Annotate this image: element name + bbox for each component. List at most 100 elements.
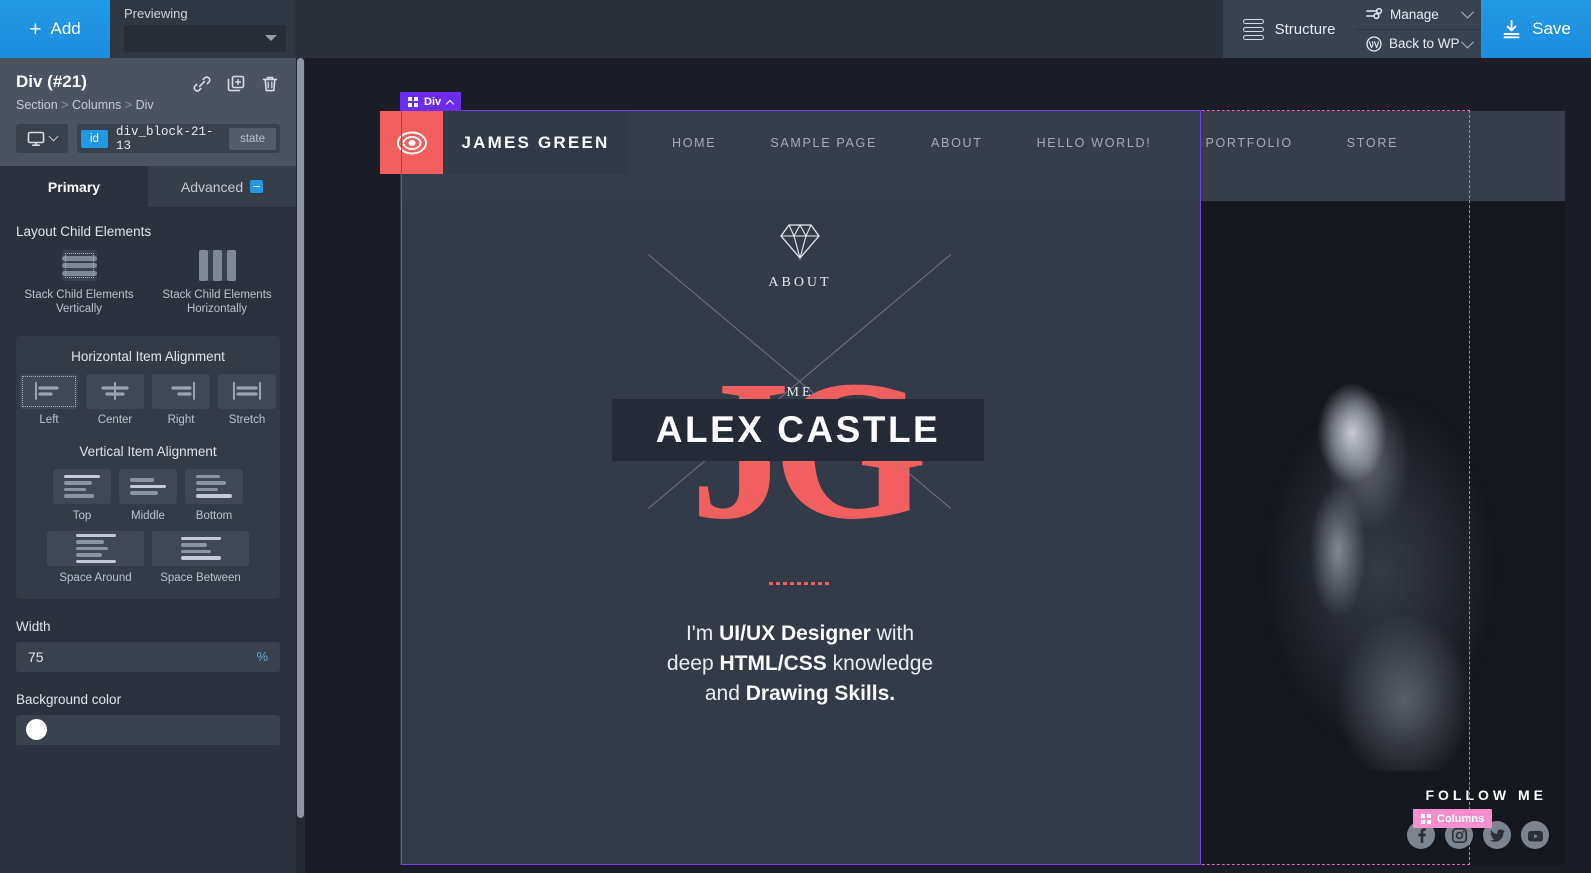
- background-color-input[interactable]: [16, 714, 280, 745]
- valign-top-label: Top: [72, 509, 92, 522]
- sidebar-scrollbar-thumb[interactable]: [297, 58, 304, 818]
- back-to-wp-menu[interactable]: Back to WP: [1355, 29, 1481, 58]
- manage-label: Manage: [1390, 6, 1439, 22]
- tab-primary[interactable]: Primary: [0, 166, 148, 207]
- save-button[interactable]: Save: [1481, 0, 1591, 58]
- structure-button[interactable]: Structure: [1222, 0, 1355, 58]
- width-label: Width: [16, 618, 51, 634]
- valign-space-around-button[interactable]: [47, 530, 144, 566]
- valign-middle[interactable]: Middle: [119, 468, 177, 522]
- nav-item-hello-world[interactable]: HELLO WORLD!: [1010, 136, 1179, 150]
- valign-top[interactable]: Top: [53, 468, 111, 522]
- previewing-select[interactable]: [124, 25, 286, 52]
- halign-left-label: Left: [39, 413, 59, 426]
- space-between-icon: [180, 536, 221, 560]
- delete-icon[interactable]: [260, 74, 280, 99]
- element-id-field[interactable]: id div_block-21-13 state: [77, 124, 280, 153]
- align-center-icon: [101, 382, 129, 401]
- site-logo[interactable]: [380, 111, 443, 174]
- save-download-icon: [1503, 19, 1520, 38]
- valign-space-between[interactable]: Space Between: [152, 530, 249, 584]
- valign-bottom[interactable]: Bottom: [185, 468, 243, 522]
- vertical-alignment-options-row2: Space Around Space Between: [28, 530, 268, 584]
- width-input[interactable]: 75 %: [16, 641, 280, 672]
- chevron-down-icon: [1461, 6, 1474, 19]
- stack-vertical-icon: [61, 253, 97, 278]
- site-brand-label: JAMES GREEN: [461, 132, 610, 152]
- nav-item-about[interactable]: ABOUT: [904, 136, 1010, 150]
- previewed-website: JAMES GREEN HOME SAMPLE PAGE ABOUT HELLO…: [380, 58, 1565, 873]
- breadcrumb: Section > Columns > Div: [16, 98, 280, 112]
- site-header: JAMES GREEN HOME SAMPLE PAGE ABOUT HELLO…: [380, 111, 1565, 201]
- tagline-line-1: I'm UI/UX Designer with: [400, 619, 1200, 649]
- halign-stretch[interactable]: Stretch: [218, 373, 276, 426]
- id-chip[interactable]: id: [81, 129, 108, 148]
- vertical-alignment-options-row1: Top Middle Bottom: [28, 468, 268, 522]
- width-unit[interactable]: %: [256, 649, 268, 664]
- previewing-label: Previewing: [124, 6, 188, 21]
- layout-section-title: Layout Child Elements: [16, 224, 152, 239]
- site-brand[interactable]: JAMES GREEN: [443, 111, 628, 174]
- chevron-up-icon[interactable]: [445, 99, 455, 108]
- align-right-icon: [171, 382, 195, 401]
- duplicate-icon[interactable]: [226, 74, 246, 99]
- add-button[interactable]: + Add: [0, 0, 110, 58]
- valign-space-between-button[interactable]: [152, 530, 249, 566]
- stack-horizontal-button[interactable]: [198, 250, 236, 281]
- link-icon[interactable]: [192, 74, 212, 99]
- layout-option-vertical[interactable]: Stack Child Elements Vertically: [16, 250, 142, 317]
- sidebar-scrollbar[interactable]: [296, 58, 305, 873]
- tagline-2a: deep: [666, 651, 720, 675]
- nav-item-sample-page[interactable]: SAMPLE PAGE: [743, 136, 904, 150]
- color-swatch[interactable]: [26, 719, 47, 741]
- nav-item-store[interactable]: STORE: [1320, 136, 1425, 150]
- tab-advanced[interactable]: Advanced: [148, 166, 296, 207]
- sidebar-action-icons: [192, 74, 280, 99]
- settings-body: Layout Child Elements Stack Child Elemen…: [0, 207, 296, 745]
- halign-center-label: Center: [97, 413, 133, 426]
- halign-right-button[interactable]: [152, 373, 210, 409]
- previewing-group: Previewing: [110, 0, 295, 58]
- valign-top-button[interactable]: [53, 468, 111, 504]
- breadcrumb-columns[interactable]: Columns: [72, 98, 121, 112]
- youtube-icon[interactable]: [1521, 821, 1549, 849]
- layout-option-horizontal[interactable]: Stack Child Elements Horizontally: [154, 250, 280, 317]
- state-chip[interactable]: state: [229, 127, 276, 150]
- halign-center[interactable]: Center: [86, 373, 144, 426]
- minus-badge-icon: [250, 180, 264, 193]
- halign-center-button[interactable]: [86, 373, 144, 409]
- manage-menu[interactable]: Manage: [1355, 0, 1481, 30]
- halign-stretch-button[interactable]: [218, 373, 276, 409]
- valign-middle-label: Middle: [131, 509, 165, 522]
- stack-vertical-button[interactable]: [61, 250, 97, 281]
- toolbar-spacer: [295, 0, 1222, 58]
- structure-icon: [1242, 18, 1264, 40]
- background-color-label: Background color: [16, 691, 122, 707]
- align-middle-icon: [130, 478, 166, 495]
- valign-bottom-button[interactable]: [185, 468, 243, 504]
- tagline-3b: Drawing Skills.: [745, 681, 896, 705]
- device-selector[interactable]: [16, 124, 68, 153]
- valign-bottom-label: Bottom: [195, 509, 233, 522]
- halign-left-button[interactable]: [20, 373, 78, 409]
- structure-button-label: Structure: [1274, 20, 1336, 38]
- stack-vertical-label: Stack Child Elements Vertically: [24, 289, 134, 316]
- columns-selection-badge[interactable]: Columns: [1413, 809, 1493, 828]
- tagline-1b: UI/UX Designer: [719, 622, 871, 645]
- halign-stretch-label: Stretch: [228, 413, 266, 426]
- div-selection-badge[interactable]: Div: [400, 92, 462, 111]
- space-around-icon: [75, 533, 116, 563]
- valign-space-between-label: Space Between: [160, 571, 241, 584]
- columns-badge-label: Columns: [1437, 812, 1485, 825]
- nav-item-portfolio[interactable]: PORTFOLIO: [1178, 136, 1319, 150]
- halign-right[interactable]: Right: [152, 373, 210, 426]
- breadcrumb-div[interactable]: Div: [136, 98, 154, 112]
- element-id-value[interactable]: div_block-21-13: [116, 125, 221, 153]
- tagline-2c: knowledge: [826, 651, 934, 675]
- valign-space-around[interactable]: Space Around: [47, 530, 144, 584]
- breadcrumb-section[interactable]: Section: [16, 98, 58, 112]
- nav-item-home[interactable]: HOME: [645, 136, 743, 150]
- valign-middle-button[interactable]: [119, 468, 177, 504]
- portrait-photo: [1230, 301, 1530, 771]
- halign-left[interactable]: Left: [20, 373, 78, 426]
